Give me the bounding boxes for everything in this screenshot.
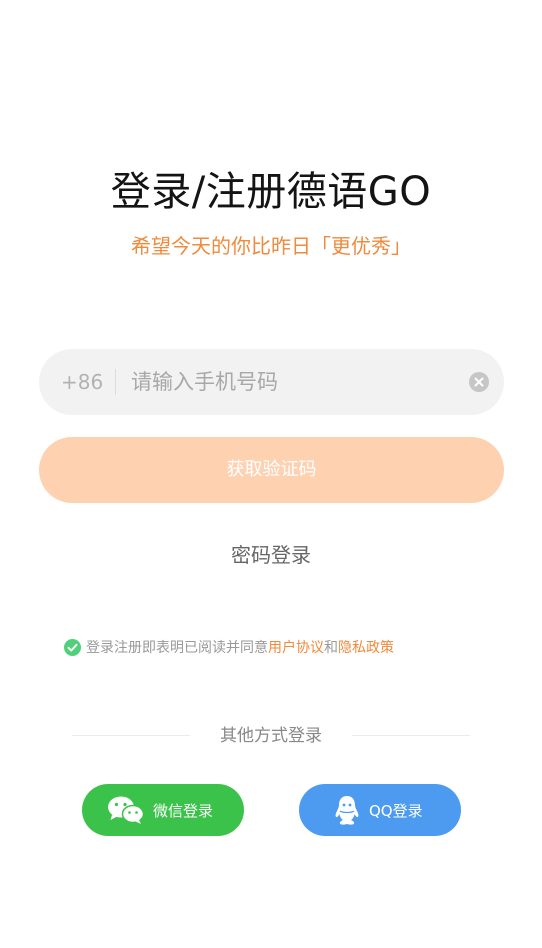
wechat-login-label: 微信登录 — [153, 801, 214, 820]
clear-icon[interactable] — [469, 372, 489, 392]
qq-icon — [335, 796, 359, 825]
qq-login-label: QQ登录 — [369, 801, 423, 820]
country-code-selector[interactable]: +86 — [61, 349, 103, 415]
qq-login-button[interactable]: QQ登录 — [299, 784, 461, 836]
phone-input-row: +86 — [39, 349, 504, 415]
password-login-link[interactable]: 密码登录 — [0, 540, 542, 570]
country-code-divider — [115, 369, 116, 395]
check-icon[interactable] — [64, 638, 81, 656]
divider-right — [352, 735, 470, 736]
agreement-text: 登录注册即表明已阅读并同意 — [86, 640, 268, 656]
other-login-title: 其他方式登录 — [220, 726, 322, 746]
page-title: 登录/注册德语GO — [110, 169, 432, 215]
wechat-icon — [108, 796, 145, 824]
wechat-login-button[interactable]: 微信登录 — [82, 784, 244, 836]
agreement-conjunction: 和 — [324, 640, 338, 656]
phone-number-input[interactable] — [131, 362, 461, 402]
agreement-row: 登录注册即表明已阅读并同意 用户协议 和 隐私政策 — [64, 636, 394, 658]
page-subtitle: 希望今天的你比昨日「更优秀」 — [131, 234, 411, 258]
get-verification-code-button[interactable]: 获取验证码 — [39, 437, 504, 503]
user-agreement-link[interactable]: 用户协议 — [268, 637, 324, 657]
privacy-policy-link[interactable]: 隐私政策 — [338, 637, 394, 657]
